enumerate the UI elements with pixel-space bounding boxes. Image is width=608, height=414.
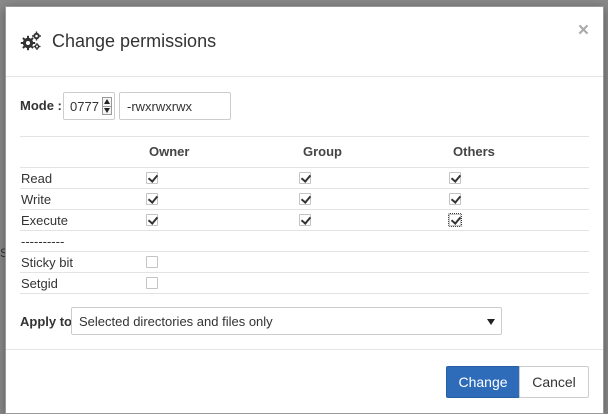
checkbox-read-owner[interactable]	[146, 172, 158, 184]
checkbox-read-others[interactable]	[449, 172, 461, 184]
mode-octal-value: 0777	[70, 99, 99, 114]
row-label-execute: Execute	[21, 213, 68, 228]
octal-spinner[interactable]	[102, 97, 112, 115]
spinner-down-icon[interactable]	[104, 108, 110, 113]
column-header-owner: Owner	[149, 144, 190, 159]
row-label-separator: ----------	[21, 234, 65, 249]
row-label-setgid: Setgid	[21, 276, 58, 291]
dialog-header: Change permissions ×	[6, 7, 603, 77]
mode-octal-input[interactable]: 0777	[63, 92, 115, 120]
row-divider	[20, 188, 589, 189]
checkbox-write-group[interactable]	[299, 193, 311, 205]
apply-to-label: Apply to	[20, 314, 72, 329]
mode-symbolic-value: -rwxrwxrwx	[127, 99, 192, 114]
dialog-footer-divider	[6, 349, 603, 350]
spinner-divider	[103, 106, 111, 107]
row-divider	[20, 251, 589, 252]
row-label-write: Write	[21, 192, 52, 207]
row-label-sticky-bit: Sticky bit	[21, 255, 74, 270]
mode-label: Mode :	[20, 98, 62, 113]
checkbox-write-others[interactable]	[449, 193, 461, 205]
checkbox-sticky-bit[interactable]	[146, 256, 158, 268]
change-button[interactable]: Change	[446, 366, 520, 398]
gears-icon	[20, 31, 41, 51]
row-label-read: Read	[21, 171, 53, 186]
checkbox-write-owner[interactable]	[146, 193, 158, 205]
dialog-title: Change permissions	[52, 31, 217, 51]
caret-down-icon	[487, 319, 495, 325]
checkbox-execute-group[interactable]	[299, 214, 311, 226]
row-divider	[20, 293, 589, 294]
checkbox-execute-others[interactable]	[448, 213, 462, 227]
close-icon[interactable]: ×	[578, 21, 589, 40]
apply-to-selected-value: Selected directories and files only	[79, 314, 273, 329]
row-divider	[20, 272, 589, 273]
divider	[20, 136, 589, 137]
spinner-up-icon[interactable]	[104, 99, 110, 104]
column-header-group: Group	[303, 144, 342, 159]
mode-symbolic-input[interactable]: -rwxrwxrwx	[119, 92, 231, 120]
cancel-button[interactable]: Cancel	[519, 366, 589, 398]
checkbox-read-group[interactable]	[299, 172, 311, 184]
change-permissions-dialog: Change permissions × Mode : 0777 -rwxrwx…	[5, 6, 604, 414]
checkbox-execute-owner[interactable]	[146, 214, 158, 226]
row-divider	[20, 230, 589, 231]
apply-to-select[interactable]: Selected directories and files only	[71, 307, 502, 335]
row-divider	[20, 167, 589, 168]
row-divider	[20, 209, 589, 210]
checkbox-setgid[interactable]	[146, 277, 158, 289]
column-header-others: Others	[453, 144, 495, 159]
